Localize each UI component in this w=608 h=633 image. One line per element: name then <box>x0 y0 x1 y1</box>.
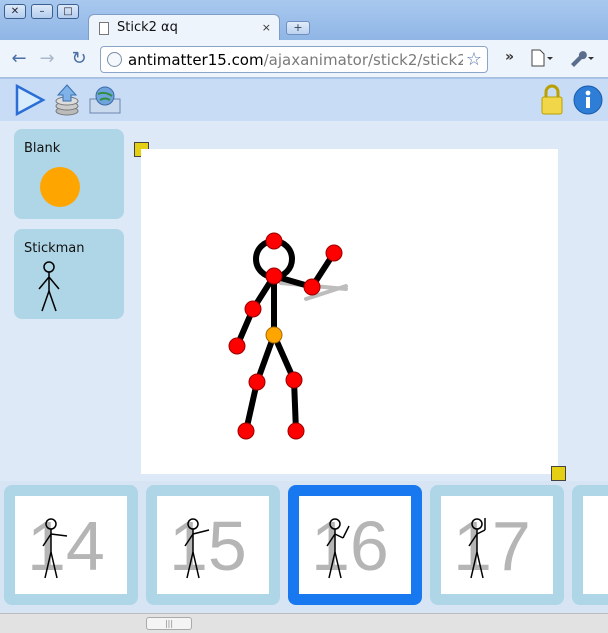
joint-right-foot <box>287 422 305 440</box>
stickman-icon <box>38 261 60 312</box>
back-icon[interactable]: ← <box>8 48 30 70</box>
close-window-button[interactable]: ✕ <box>4 4 26 19</box>
maximize-window-button[interactable]: □ <box>57 4 79 19</box>
frame-stickman-icon <box>326 518 350 579</box>
minimize-window-button[interactable]: – <box>31 4 53 19</box>
new-tab-button[interactable]: + <box>286 21 310 35</box>
lock-icon[interactable] <box>540 83 564 121</box>
resize-handle-bottom-right[interactable] <box>551 466 566 481</box>
tab-close-icon[interactable]: × <box>262 21 271 34</box>
joint-left-hand <box>228 337 246 355</box>
library-item-blank[interactable]: Blank <box>14 129 124 219</box>
horizontal-scrollbar[interactable]: ||| <box>0 613 608 633</box>
title-bar: ✕ – □ Stick2 αq × + <box>0 0 608 42</box>
joint-head <box>265 232 283 250</box>
globe-icon <box>107 52 122 67</box>
app-toolbar <box>0 79 608 121</box>
stickman-figure[interactable] <box>141 149 558 474</box>
library-item-label: Blank <box>24 141 61 156</box>
frame-thumbnail[interactable]: 14 <box>4 485 138 605</box>
frame-stickman-icon <box>184 518 210 579</box>
forward-icon[interactable]: → <box>36 48 58 70</box>
joint-hip-root <box>265 326 283 344</box>
publish-icon[interactable] <box>88 83 122 121</box>
page-menu-icon[interactable] <box>530 49 554 71</box>
frame-thumbnail[interactable]: 17 <box>430 485 564 605</box>
tab-title: Stick2 αq <box>117 20 178 35</box>
joint-left-knee <box>248 373 266 391</box>
library-item-label: Stickman <box>24 241 85 256</box>
browser-tab[interactable]: Stick2 αq × <box>88 14 280 42</box>
info-icon[interactable] <box>572 83 604 121</box>
joint-neck <box>265 267 283 285</box>
library-item-stickman[interactable]: Stickman <box>14 229 124 319</box>
overflow-icon[interactable]: » <box>505 49 514 65</box>
frame-thumbnail-selected[interactable]: 16 <box>288 485 422 605</box>
joint-right-hand <box>325 244 343 262</box>
page-icon <box>99 22 109 35</box>
address-bar[interactable]: antimatter15.com/ajaxanimator/stick2/sti… <box>100 46 488 73</box>
frame-thumbnail-partial[interactable] <box>572 485 608 605</box>
joint-left-elbow <box>244 300 262 318</box>
joint-right-knee <box>285 371 303 389</box>
wrench-menu-icon[interactable] <box>568 49 598 71</box>
star-icon[interactable]: ☆ <box>466 49 482 70</box>
timeline: 14 15 16 17 <box>0 481 608 613</box>
url-text[interactable]: antimatter15.com/ajaxanimator/stick2/sti… <box>128 51 463 69</box>
reload-icon[interactable]: ↻ <box>68 48 90 70</box>
frame-stickman-icon <box>42 518 68 579</box>
orange-circle-icon <box>40 167 80 207</box>
export-icon[interactable] <box>52 83 82 121</box>
scrollbar-thumb[interactable]: ||| <box>146 617 192 630</box>
frame-thumbnail[interactable]: 15 <box>146 485 280 605</box>
stage-canvas[interactable] <box>141 149 558 474</box>
stage-area: Blank Stickman <box>0 121 608 481</box>
browser-toolbar: ← → ↻ antimatter15.com/ajaxanimator/stic… <box>0 40 608 78</box>
frame-stickman-icon <box>468 518 486 579</box>
joint-right-elbow <box>303 278 321 296</box>
play-icon[interactable] <box>14 83 46 121</box>
joint-left-foot <box>237 422 255 440</box>
